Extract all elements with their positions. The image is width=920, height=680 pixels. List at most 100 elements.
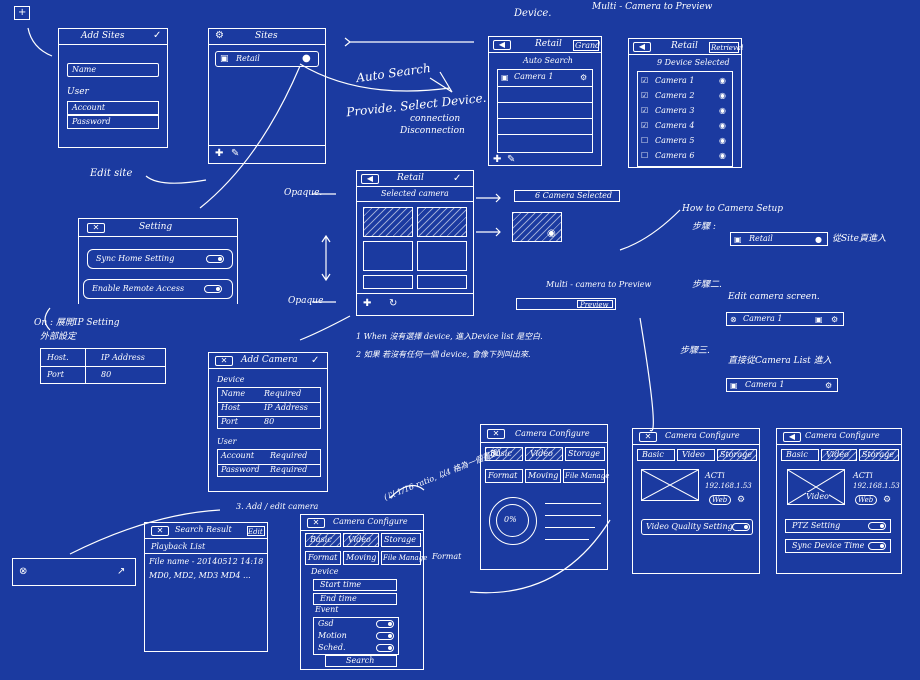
back-icon[interactable]: ◀ xyxy=(361,174,379,184)
tab-basic[interactable]: Basic xyxy=(781,449,819,461)
site-retail-row[interactable]: ▣ Retail ● xyxy=(730,232,828,246)
sync-home-row[interactable]: Sync Home Setting xyxy=(87,249,233,269)
share-icon[interactable]: ↗ xyxy=(117,567,125,577)
camera-row[interactable]: ☑ Camera 2 ◉ xyxy=(641,90,731,102)
subtab-moving[interactable]: Moving xyxy=(525,469,561,483)
ip-port-value[interactable]: 80 xyxy=(101,370,111,380)
name-input[interactable]: Required xyxy=(264,389,301,399)
subtab-format[interactable]: Format xyxy=(305,551,341,565)
back-icon[interactable]: ✕ xyxy=(487,429,505,439)
gear-icon[interactable]: ⚙ xyxy=(825,381,832,391)
back-icon[interactable]: ✕ xyxy=(87,223,105,233)
search-button[interactable]: Search xyxy=(325,655,397,667)
enable-remote-toggle[interactable] xyxy=(204,285,222,293)
preview-button[interactable]: Preview xyxy=(577,300,613,309)
motion-toggle[interactable] xyxy=(376,632,394,640)
sync-time-toggle[interactable] xyxy=(868,542,886,550)
tab-storage[interactable]: Storage xyxy=(717,449,757,461)
camera-item[interactable]: Camera 1 xyxy=(514,72,553,82)
checkbox-icon[interactable]: ☑ xyxy=(641,106,648,116)
site-item-retail[interactable]: ▣ Retail ● xyxy=(215,51,319,67)
password-field[interactable]: Password xyxy=(67,115,159,129)
camera-tile[interactable] xyxy=(363,275,413,289)
close-icon[interactable]: ⊗ xyxy=(19,567,27,577)
back-icon[interactable]: ✕ xyxy=(151,526,169,536)
ptz-toggle[interactable] xyxy=(868,522,886,530)
edit-icon[interactable]: ✎ xyxy=(231,149,239,159)
checkbox-icon[interactable]: ☑ xyxy=(641,121,648,131)
tab-basic[interactable]: Basic xyxy=(637,449,675,461)
end-time-field[interactable]: End time xyxy=(313,593,397,605)
add-icon[interactable]: + xyxy=(14,6,30,20)
checkbox-icon[interactable]: ☐ xyxy=(641,136,648,146)
camera-tile[interactable] xyxy=(417,207,467,237)
camera-tile[interactable] xyxy=(363,241,413,271)
back-icon[interactable]: ◀ xyxy=(783,432,801,442)
checkbox-icon[interactable]: ☑ xyxy=(641,91,648,101)
camera-row[interactable]: ☐ Camera 6 ◉ xyxy=(641,150,731,162)
gear-icon[interactable]: ⚙ xyxy=(831,315,838,325)
sync-device-time-row[interactable]: Sync Device Time xyxy=(785,539,891,553)
camera-tile[interactable] xyxy=(417,275,467,289)
settings-icon[interactable]: ⚙ xyxy=(215,31,224,41)
plus-icon[interactable]: ✚ xyxy=(493,155,501,165)
close-icon[interactable]: ⊗ xyxy=(730,315,737,325)
camera-preview-box[interactable]: ◉ xyxy=(512,212,562,242)
subtab-file-manage[interactable]: File Manage xyxy=(381,551,427,565)
close-icon[interactable]: ✕ xyxy=(215,356,233,366)
camera-row[interactable]: ☐ Camera 5 ◉ xyxy=(641,135,731,147)
subtab-file-manage[interactable]: File Manage xyxy=(563,469,609,483)
camera-tile[interactable] xyxy=(417,241,467,271)
subtab-moving[interactable]: Moving xyxy=(343,551,379,565)
account-input[interactable]: Required xyxy=(270,451,307,461)
checkbox-icon[interactable]: ☑ xyxy=(641,76,648,86)
retrieval-button[interactable]: Retrieval xyxy=(709,42,743,53)
name-field[interactable]: Name xyxy=(67,63,159,77)
tab-video[interactable]: Video xyxy=(525,447,563,461)
back-icon[interactable]: ◀ xyxy=(493,40,511,50)
host-input[interactable]: IP Address xyxy=(264,403,308,413)
subtab-format[interactable]: Format xyxy=(485,469,523,483)
back-icon[interactable]: ◀ xyxy=(633,42,651,52)
check-icon[interactable]: ✓ xyxy=(153,31,161,41)
search-row[interactable]: ⊗ ↗ xyxy=(12,558,136,586)
sync-home-toggle[interactable] xyxy=(206,255,224,263)
account-field[interactable]: Account xyxy=(67,101,159,115)
web-button[interactable]: Web xyxy=(855,495,877,505)
back-icon[interactable]: ✕ xyxy=(639,432,657,442)
grand-button[interactable]: Grand xyxy=(573,40,600,51)
gsd-toggle[interactable] xyxy=(376,620,394,628)
gear-icon[interactable]: ⚙ xyxy=(580,73,587,83)
ip-host-value[interactable]: IP Address xyxy=(101,353,145,363)
enable-remote-row[interactable]: Enable Remote Access xyxy=(83,279,233,299)
gear-icon[interactable]: ⚙ xyxy=(883,495,891,505)
tab-storage[interactable]: Storage xyxy=(381,533,421,547)
toggle-dot-icon[interactable]: ● xyxy=(302,54,311,64)
check-icon[interactable]: ✓ xyxy=(453,174,461,184)
tab-video[interactable]: Video xyxy=(343,533,379,547)
camera-row[interactable]: ☑ Camera 1 ◉ xyxy=(641,75,731,87)
plus-icon[interactable]: ✚ xyxy=(363,299,371,309)
camera-tile[interactable] xyxy=(363,207,413,237)
toggle-dot-icon[interactable]: ● xyxy=(815,235,822,245)
camera-list-row[interactable]: ▣ Camera 1 ⚙ xyxy=(726,378,838,392)
web-button[interactable]: Web xyxy=(709,495,731,505)
edit-icon[interactable]: ✎ xyxy=(507,155,515,165)
start-time-field[interactable]: Start time xyxy=(313,579,397,591)
refresh-icon[interactable]: ↻ xyxy=(389,299,397,309)
tab-video[interactable]: Video xyxy=(821,449,857,461)
tab-basic[interactable]: Basic xyxy=(485,447,523,461)
plus-icon[interactable]: ✚ xyxy=(215,149,223,159)
ptz-setting-row[interactable]: PTZ Setting xyxy=(785,519,891,533)
tab-basic[interactable]: Basic xyxy=(305,533,341,547)
port-input[interactable]: 80 xyxy=(264,417,274,427)
tab-storage[interactable]: Storage xyxy=(859,449,899,461)
sched-toggle[interactable] xyxy=(376,644,394,652)
password-input[interactable]: Required xyxy=(270,465,307,475)
video-quality-row[interactable]: Video Quality Setting xyxy=(641,519,753,535)
check-icon[interactable]: ✓ xyxy=(311,356,319,366)
edit-button[interactable]: Edit xyxy=(247,526,265,536)
checkbox-icon[interactable]: ☐ xyxy=(641,151,648,161)
video-quality-toggle[interactable] xyxy=(732,523,750,531)
result-file[interactable]: File name - 20140512 14:18 xyxy=(149,557,263,567)
